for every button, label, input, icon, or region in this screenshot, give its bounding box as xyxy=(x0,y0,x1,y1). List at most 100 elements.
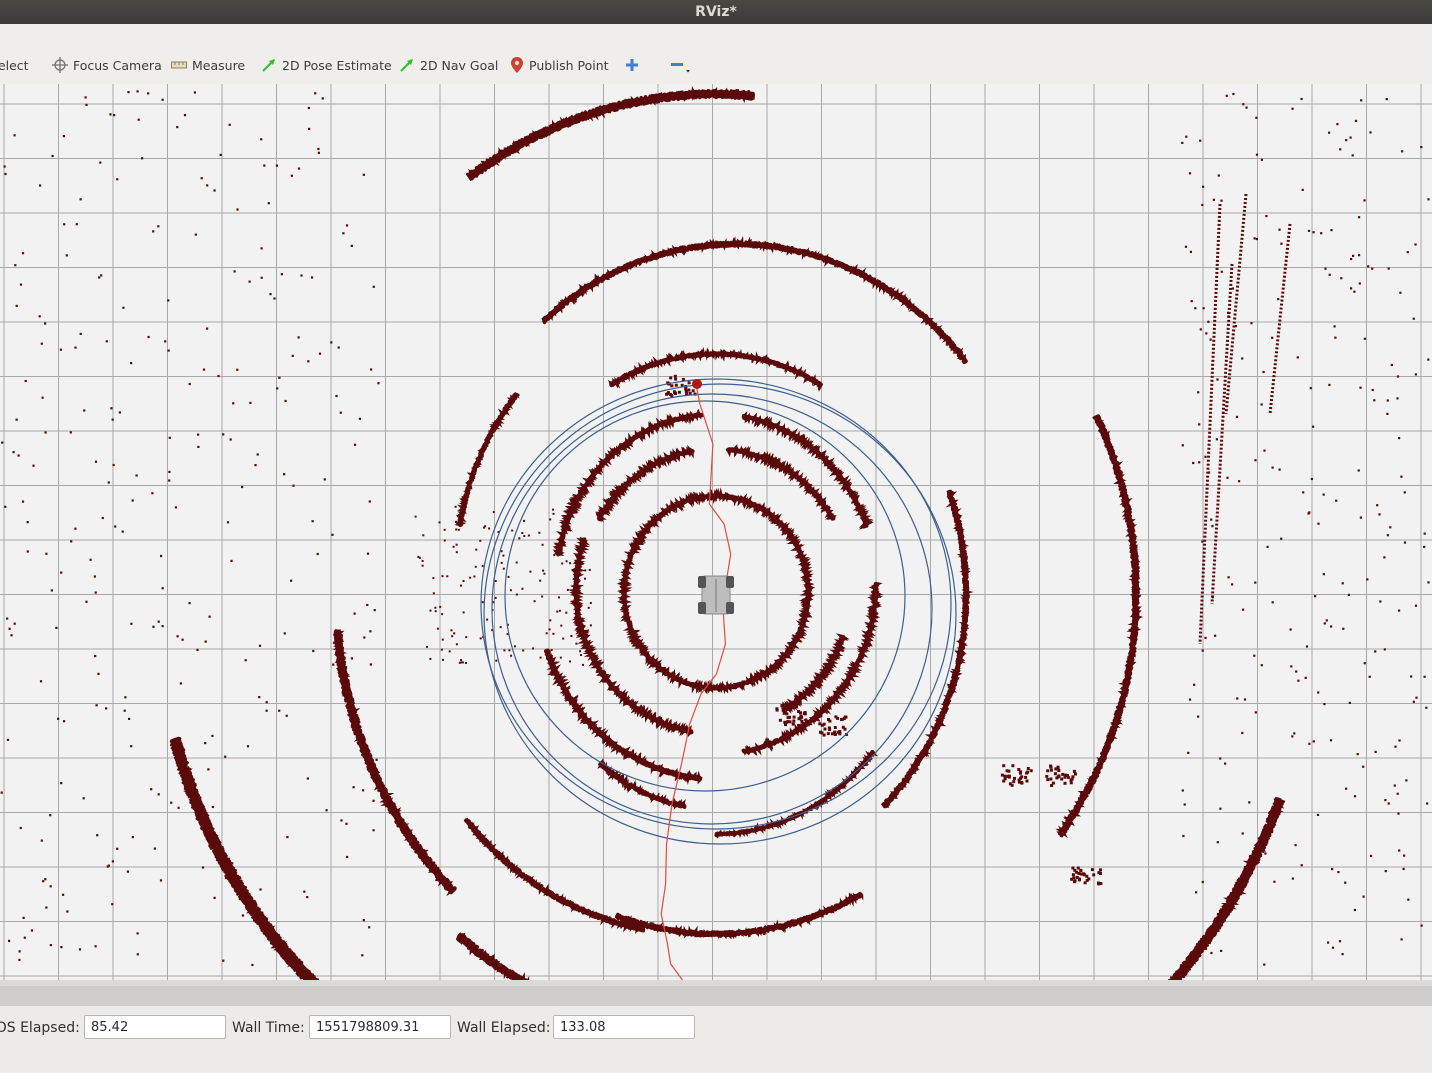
scan-arc xyxy=(541,647,703,785)
scan-cluster-point xyxy=(802,711,806,715)
scan-cluster-point xyxy=(795,705,798,709)
scan-point xyxy=(42,880,45,883)
scan-point xyxy=(1415,696,1418,699)
scan-cluster-point xyxy=(1029,769,1033,773)
scan-point xyxy=(1290,665,1293,668)
scan-point xyxy=(1289,628,1292,631)
tool-2d-nav-goal[interactable]: 2D Nav Goal xyxy=(399,54,498,76)
scan-point xyxy=(1198,423,1201,426)
3d-render-viewport[interactable] xyxy=(0,84,1432,980)
scan-cluster-point xyxy=(1077,878,1081,882)
scan-cluster-point xyxy=(1002,764,1006,768)
scan-cluster-point xyxy=(669,376,673,380)
scan-point xyxy=(453,632,456,635)
scan-wall xyxy=(1268,223,1292,415)
scan-cluster-point xyxy=(673,374,677,378)
scan-point xyxy=(515,561,518,564)
scan-cluster-point xyxy=(780,704,784,707)
scan-cluster-point xyxy=(674,377,678,381)
scan-point xyxy=(168,470,171,473)
scan-point xyxy=(552,508,554,511)
scan-wall xyxy=(1210,263,1234,605)
scan-point xyxy=(1241,357,1244,360)
remove-tool-button[interactable] xyxy=(670,54,692,76)
scan-point xyxy=(136,90,139,93)
scan-point xyxy=(1304,676,1307,679)
scan-point xyxy=(211,734,214,737)
wall-elapsed-field[interactable] xyxy=(553,1015,695,1039)
scan-cluster-point xyxy=(1000,773,1004,777)
scan-point xyxy=(126,870,129,873)
scan-cluster-point xyxy=(1060,777,1064,781)
scan-point xyxy=(575,642,578,645)
scan-point xyxy=(1236,697,1239,700)
tool-select[interactable]: Select xyxy=(0,54,29,76)
scan-point xyxy=(159,879,163,882)
scan-cluster-point xyxy=(778,718,782,722)
scan-point xyxy=(1187,751,1190,754)
scan-cluster-point xyxy=(1071,775,1075,779)
scan-point xyxy=(260,138,263,141)
scene-canvas[interactable] xyxy=(0,84,1432,980)
scan-point xyxy=(19,283,23,286)
scan-point xyxy=(350,244,353,247)
tool-publish-point[interactable]: Publish Point xyxy=(510,54,609,76)
map-pin-icon xyxy=(510,56,524,74)
add-tool-button[interactable] xyxy=(625,54,639,76)
scan-cluster-point xyxy=(1049,777,1053,781)
scan-point xyxy=(584,569,587,572)
scan-point xyxy=(110,407,113,410)
scan-point xyxy=(1312,740,1315,743)
scan-point xyxy=(174,506,177,509)
scan-point xyxy=(1202,185,1205,188)
scan-point xyxy=(1397,812,1400,815)
scan-point xyxy=(358,417,361,420)
scan-cluster-point xyxy=(827,726,831,730)
scan-cluster-point xyxy=(665,392,669,396)
scan-point xyxy=(1226,476,1229,479)
scan-point xyxy=(213,896,216,899)
scan-point xyxy=(1373,399,1376,402)
scan-point xyxy=(455,643,458,646)
scan-point xyxy=(494,580,497,582)
scan-point xyxy=(479,637,482,640)
tool-focus-camera[interactable]: Focus Camera xyxy=(52,54,162,76)
tool-measure[interactable]: Measure xyxy=(171,54,245,76)
scan-point xyxy=(1181,444,1184,447)
scan-point xyxy=(256,453,259,456)
scan-point xyxy=(1273,880,1276,883)
ros-elapsed-field[interactable] xyxy=(84,1015,226,1039)
panel-splitter[interactable] xyxy=(0,986,1432,1006)
scan-point xyxy=(1386,534,1389,537)
scan-point xyxy=(285,714,288,717)
scan-point xyxy=(1183,803,1186,806)
scan-point xyxy=(1403,854,1406,857)
scan-point xyxy=(311,276,314,279)
menu-bar xyxy=(0,24,1432,46)
scan-cluster-point xyxy=(1083,881,1087,885)
scan-point xyxy=(1401,150,1404,153)
wall-time-field[interactable] xyxy=(309,1015,451,1039)
scan-point xyxy=(509,589,512,592)
scan-point xyxy=(451,635,454,638)
scan-point xyxy=(232,402,235,405)
scan-point xyxy=(500,561,503,564)
scan-point xyxy=(317,151,320,154)
scan-point xyxy=(152,625,155,628)
scan-point xyxy=(1295,670,1298,673)
scan-point xyxy=(549,518,552,521)
scan-point xyxy=(372,285,375,288)
scan-point xyxy=(1358,282,1361,285)
scan-point xyxy=(286,836,289,839)
scan-point xyxy=(1193,683,1196,686)
scan-point xyxy=(0,791,3,794)
scan-point xyxy=(584,577,586,580)
scan-point xyxy=(1231,583,1234,586)
scan-cluster-point xyxy=(800,715,804,719)
scan-point xyxy=(441,638,444,641)
scan-point xyxy=(1393,784,1396,787)
scan-point xyxy=(1248,801,1251,804)
scan-point xyxy=(318,352,322,355)
tool-2d-pose-estimate[interactable]: 2D Pose Estimate xyxy=(261,54,392,76)
scan-point xyxy=(1278,468,1281,471)
